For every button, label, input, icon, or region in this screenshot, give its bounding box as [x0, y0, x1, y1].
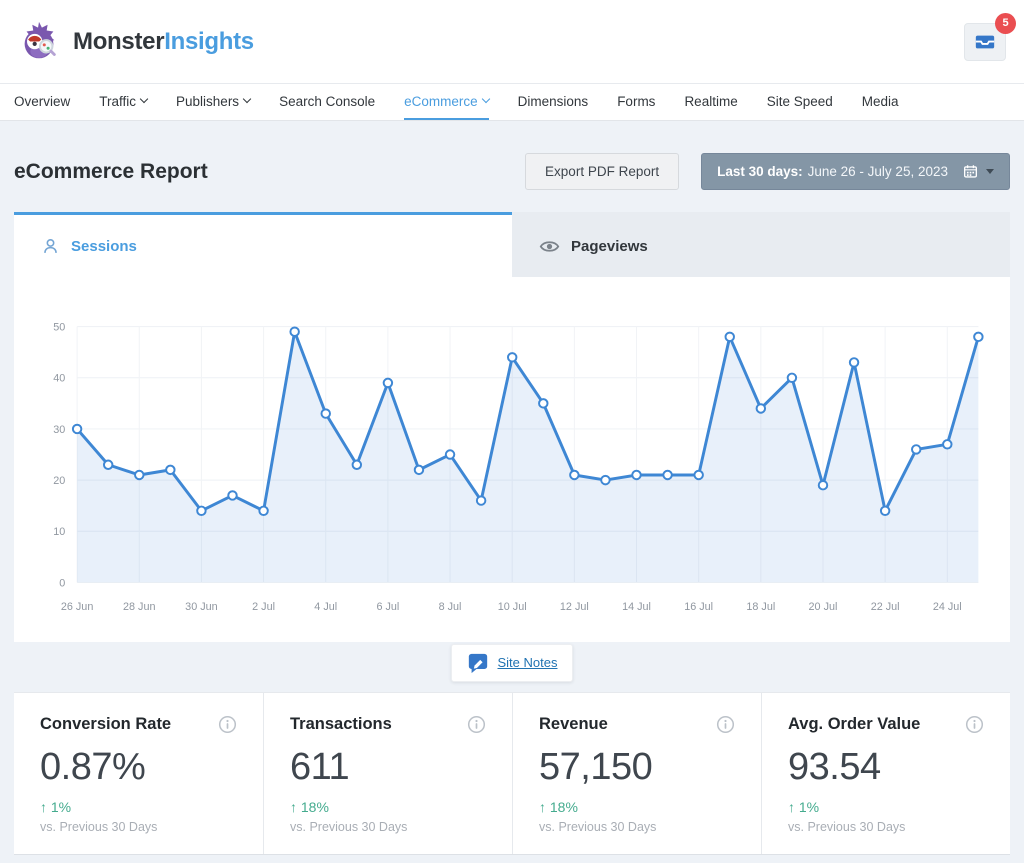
- sessions-chart-card: 0 10 20 30 40 50 26 Jun 28 Jun 30 Jun 2 Jul 4 Jul 6…: [14, 277, 1010, 642]
- dropdown-caret-icon: [986, 169, 994, 174]
- chevron-down-icon: [243, 95, 251, 103]
- metric-revenue: Revenue 57,150 ↑ 18% vs. Previous 30 Day…: [512, 693, 761, 854]
- metric-value: 611: [290, 746, 486, 789]
- svg-text:20 Jul: 20 Jul: [809, 601, 838, 613]
- svg-text:10 Jul: 10 Jul: [498, 601, 527, 613]
- notification-count-badge: 5: [995, 13, 1016, 34]
- info-icon[interactable]: [716, 715, 735, 734]
- svg-text:14 Jul: 14 Jul: [622, 601, 651, 613]
- metric-conversion-rate: Conversion Rate 0.87% ↑ 1% vs. Previous …: [14, 693, 263, 854]
- svg-text:4 Jul: 4 Jul: [314, 601, 337, 613]
- nav-item-media[interactable]: Media: [862, 84, 899, 120]
- report-nav: Overview Traffic Publishers Search Conso…: [0, 84, 1024, 121]
- nav-item-ecommerce[interactable]: eCommerce: [404, 84, 489, 120]
- person-icon: [41, 237, 60, 256]
- info-icon[interactable]: [467, 715, 486, 734]
- logo-monster: Monster: [73, 28, 164, 55]
- site-notes-button[interactable]: Site Notes: [451, 644, 574, 682]
- metric-avg-order-value: Avg. Order Value 93.54 ↑ 1% vs. Previous…: [761, 693, 1010, 854]
- monsterinsights-app: MonsterInsights 5 Overview Traffic Publi…: [0, 0, 1024, 863]
- svg-text:40: 40: [53, 373, 65, 385]
- inbox-tray-icon: [974, 31, 996, 53]
- metric-compare: vs. Previous 30 Days: [290, 820, 486, 834]
- notifications-area: 5: [964, 23, 1006, 61]
- svg-text:12 Jul: 12 Jul: [560, 601, 589, 613]
- info-icon[interactable]: [965, 715, 984, 734]
- date-range-label: Last 30 days:: [717, 164, 803, 179]
- svg-text:26 Jun: 26 Jun: [61, 601, 93, 613]
- svg-text:22 Jul: 22 Jul: [871, 601, 900, 613]
- svg-text:8 Jul: 8 Jul: [439, 601, 462, 613]
- nav-item-overview[interactable]: Overview: [14, 84, 70, 120]
- svg-text:16 Jul: 16 Jul: [684, 601, 713, 613]
- metric-change: ↑ 1%: [40, 799, 237, 815]
- metric-title: Conversion Rate: [40, 715, 171, 734]
- calendar-icon: [963, 164, 978, 179]
- report-content: eCommerce Report Export PDF Report Last …: [0, 121, 1024, 863]
- eye-icon: [539, 236, 560, 257]
- site-notes-label: Site Notes: [498, 655, 558, 670]
- nav-item-traffic[interactable]: Traffic: [99, 84, 147, 120]
- svg-text:6 Jul: 6 Jul: [376, 601, 399, 613]
- export-pdf-button[interactable]: Export PDF Report: [525, 153, 679, 190]
- svg-text:30: 30: [53, 424, 65, 436]
- nav-item-forms[interactable]: Forms: [617, 84, 655, 120]
- metric-title: Revenue: [539, 715, 608, 734]
- nav-item-search-console[interactable]: Search Console: [279, 84, 375, 120]
- nav-item-dimensions[interactable]: Dimensions: [518, 84, 589, 120]
- tab-pageviews[interactable]: Pageviews: [512, 212, 1010, 277]
- bottom-spacer: [14, 855, 1010, 863]
- title-row: eCommerce Report Export PDF Report Last …: [14, 121, 1010, 190]
- svg-text:24 Jul: 24 Jul: [933, 601, 962, 613]
- chevron-down-icon: [140, 95, 148, 103]
- svg-text:50: 50: [53, 322, 65, 334]
- chevron-down-icon: [481, 95, 489, 103]
- report-actions: Export PDF Report Last 30 days: June 26 …: [525, 153, 1010, 190]
- svg-text:0: 0: [59, 577, 65, 589]
- up-arrow-icon: ↑: [40, 799, 47, 815]
- metric-compare: vs. Previous 30 Days: [788, 820, 984, 834]
- tab-sessions-label: Sessions: [71, 238, 137, 255]
- metric-title: Transactions: [290, 715, 392, 734]
- site-notes-row: Site Notes: [14, 642, 1010, 692]
- metric-change: ↑ 18%: [539, 799, 735, 815]
- page-title: eCommerce Report: [14, 160, 208, 184]
- svg-text:18 Jul: 18 Jul: [746, 601, 775, 613]
- nav-item-publishers[interactable]: Publishers: [176, 84, 250, 120]
- svg-text:20: 20: [53, 475, 65, 487]
- tab-sessions[interactable]: Sessions: [14, 212, 512, 277]
- top-header: MonsterInsights 5: [0, 0, 1024, 84]
- monster-mascot-icon: [16, 19, 62, 65]
- svg-text:30 Jun: 30 Jun: [185, 601, 217, 613]
- metric-transactions: Transactions 611 ↑ 18% vs. Previous 30 D…: [263, 693, 512, 854]
- logo-insights: Insights: [164, 28, 254, 55]
- metric-compare: vs. Previous 30 Days: [539, 820, 735, 834]
- metric-change: ↑ 1%: [788, 799, 984, 815]
- svg-text:10: 10: [53, 526, 65, 538]
- tab-pageviews-label: Pageviews: [571, 238, 648, 255]
- metric-title: Avg. Order Value: [788, 715, 920, 734]
- up-arrow-icon: ↑: [290, 799, 297, 815]
- chart-tabs: Sessions Pageviews: [14, 212, 1010, 277]
- metric-value: 57,150: [539, 746, 735, 789]
- metric-value: 93.54: [788, 746, 984, 789]
- note-pencil-icon: [467, 652, 489, 674]
- up-arrow-icon: ↑: [539, 799, 546, 815]
- monsterinsights-logo: MonsterInsights: [16, 19, 254, 65]
- date-range-value: June 26 - July 25, 2023: [808, 164, 948, 179]
- sessions-line-chart[interactable]: 0 10 20 30 40 50 26 Jun 28 Jun 30 Jun 2 Jul 4 Jul 6…: [22, 303, 1002, 638]
- metric-compare: vs. Previous 30 Days: [40, 820, 237, 834]
- svg-text:28 Jun: 28 Jun: [123, 601, 155, 613]
- nav-item-site-speed[interactable]: Site Speed: [767, 84, 833, 120]
- svg-text:2 Jul: 2 Jul: [252, 601, 275, 613]
- metrics-summary: Conversion Rate 0.87% ↑ 1% vs. Previous …: [14, 692, 1010, 855]
- logo-wordmark: MonsterInsights: [73, 28, 254, 56]
- nav-item-realtime[interactable]: Realtime: [684, 84, 737, 120]
- metric-value: 0.87%: [40, 746, 237, 789]
- info-icon[interactable]: [218, 715, 237, 734]
- up-arrow-icon: ↑: [788, 799, 795, 815]
- metric-change: ↑ 18%: [290, 799, 486, 815]
- date-range-button[interactable]: Last 30 days: June 26 - July 25, 2023: [701, 153, 1010, 190]
